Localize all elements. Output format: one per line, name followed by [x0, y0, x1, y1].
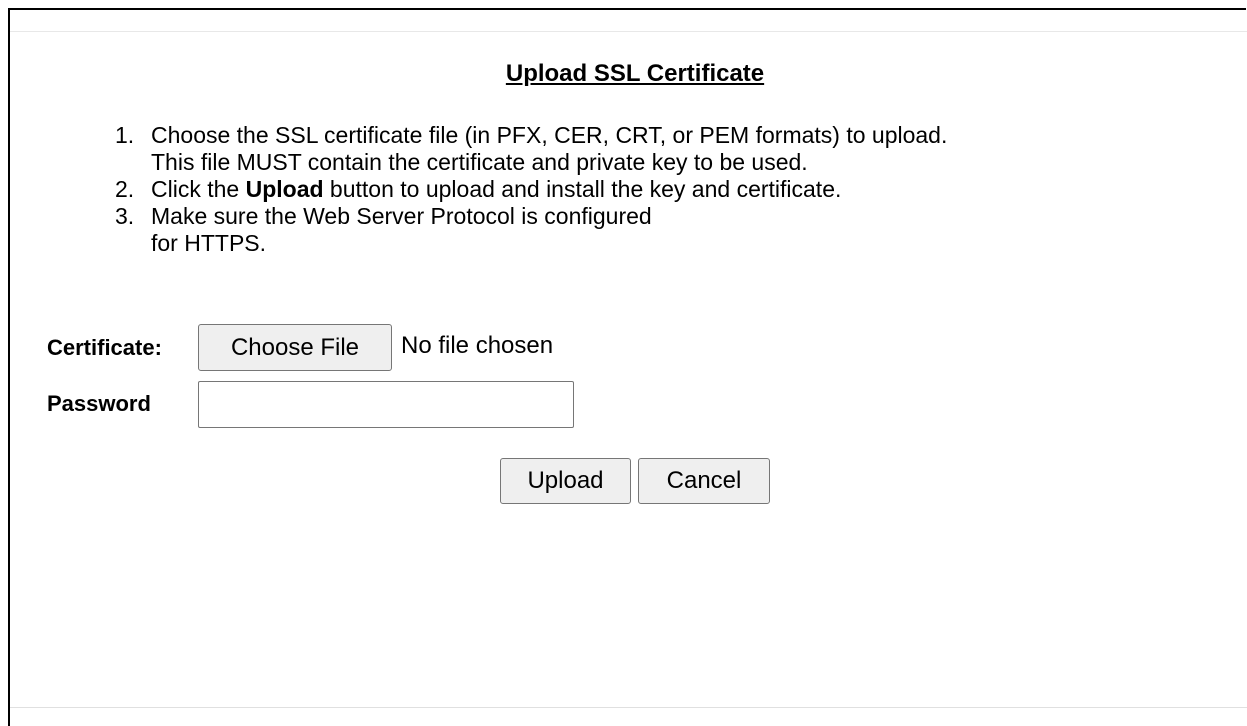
bottom-divider	[10, 707, 1247, 708]
step-number: 2.	[115, 176, 135, 202]
page-title: Upload SSL Certificate	[505, 60, 765, 87]
step-number: 3.	[115, 203, 135, 229]
upload-button[interactable]: Upload	[500, 458, 631, 504]
choose-file-button[interactable]: Choose File	[198, 324, 392, 371]
top-divider	[10, 31, 1247, 32]
dialog-frame	[8, 8, 1246, 726]
instructions-list: 1. Choose the SSL certificate file (in P…	[115, 122, 947, 257]
instruction-step: 1. Choose the SSL certificate file (in P…	[115, 122, 947, 176]
password-label: Password	[47, 391, 151, 416]
cancel-button[interactable]: Cancel	[638, 458, 770, 504]
certificate-label: Certificate:	[47, 335, 162, 360]
step-text: Click the Upload button to upload and in…	[151, 176, 842, 202]
step-number: 1.	[115, 122, 135, 148]
file-status-text: No file chosen	[401, 332, 554, 359]
instruction-step: 2. Click the Upload button to upload and…	[115, 176, 947, 203]
password-field[interactable]	[198, 381, 574, 428]
step-text: Make sure the Web Server Protocol is con…	[151, 203, 652, 256]
instruction-step: 3. Make sure the Web Server Protocol is …	[115, 203, 947, 257]
step-text: Choose the SSL certificate file (in PFX,…	[151, 122, 948, 175]
